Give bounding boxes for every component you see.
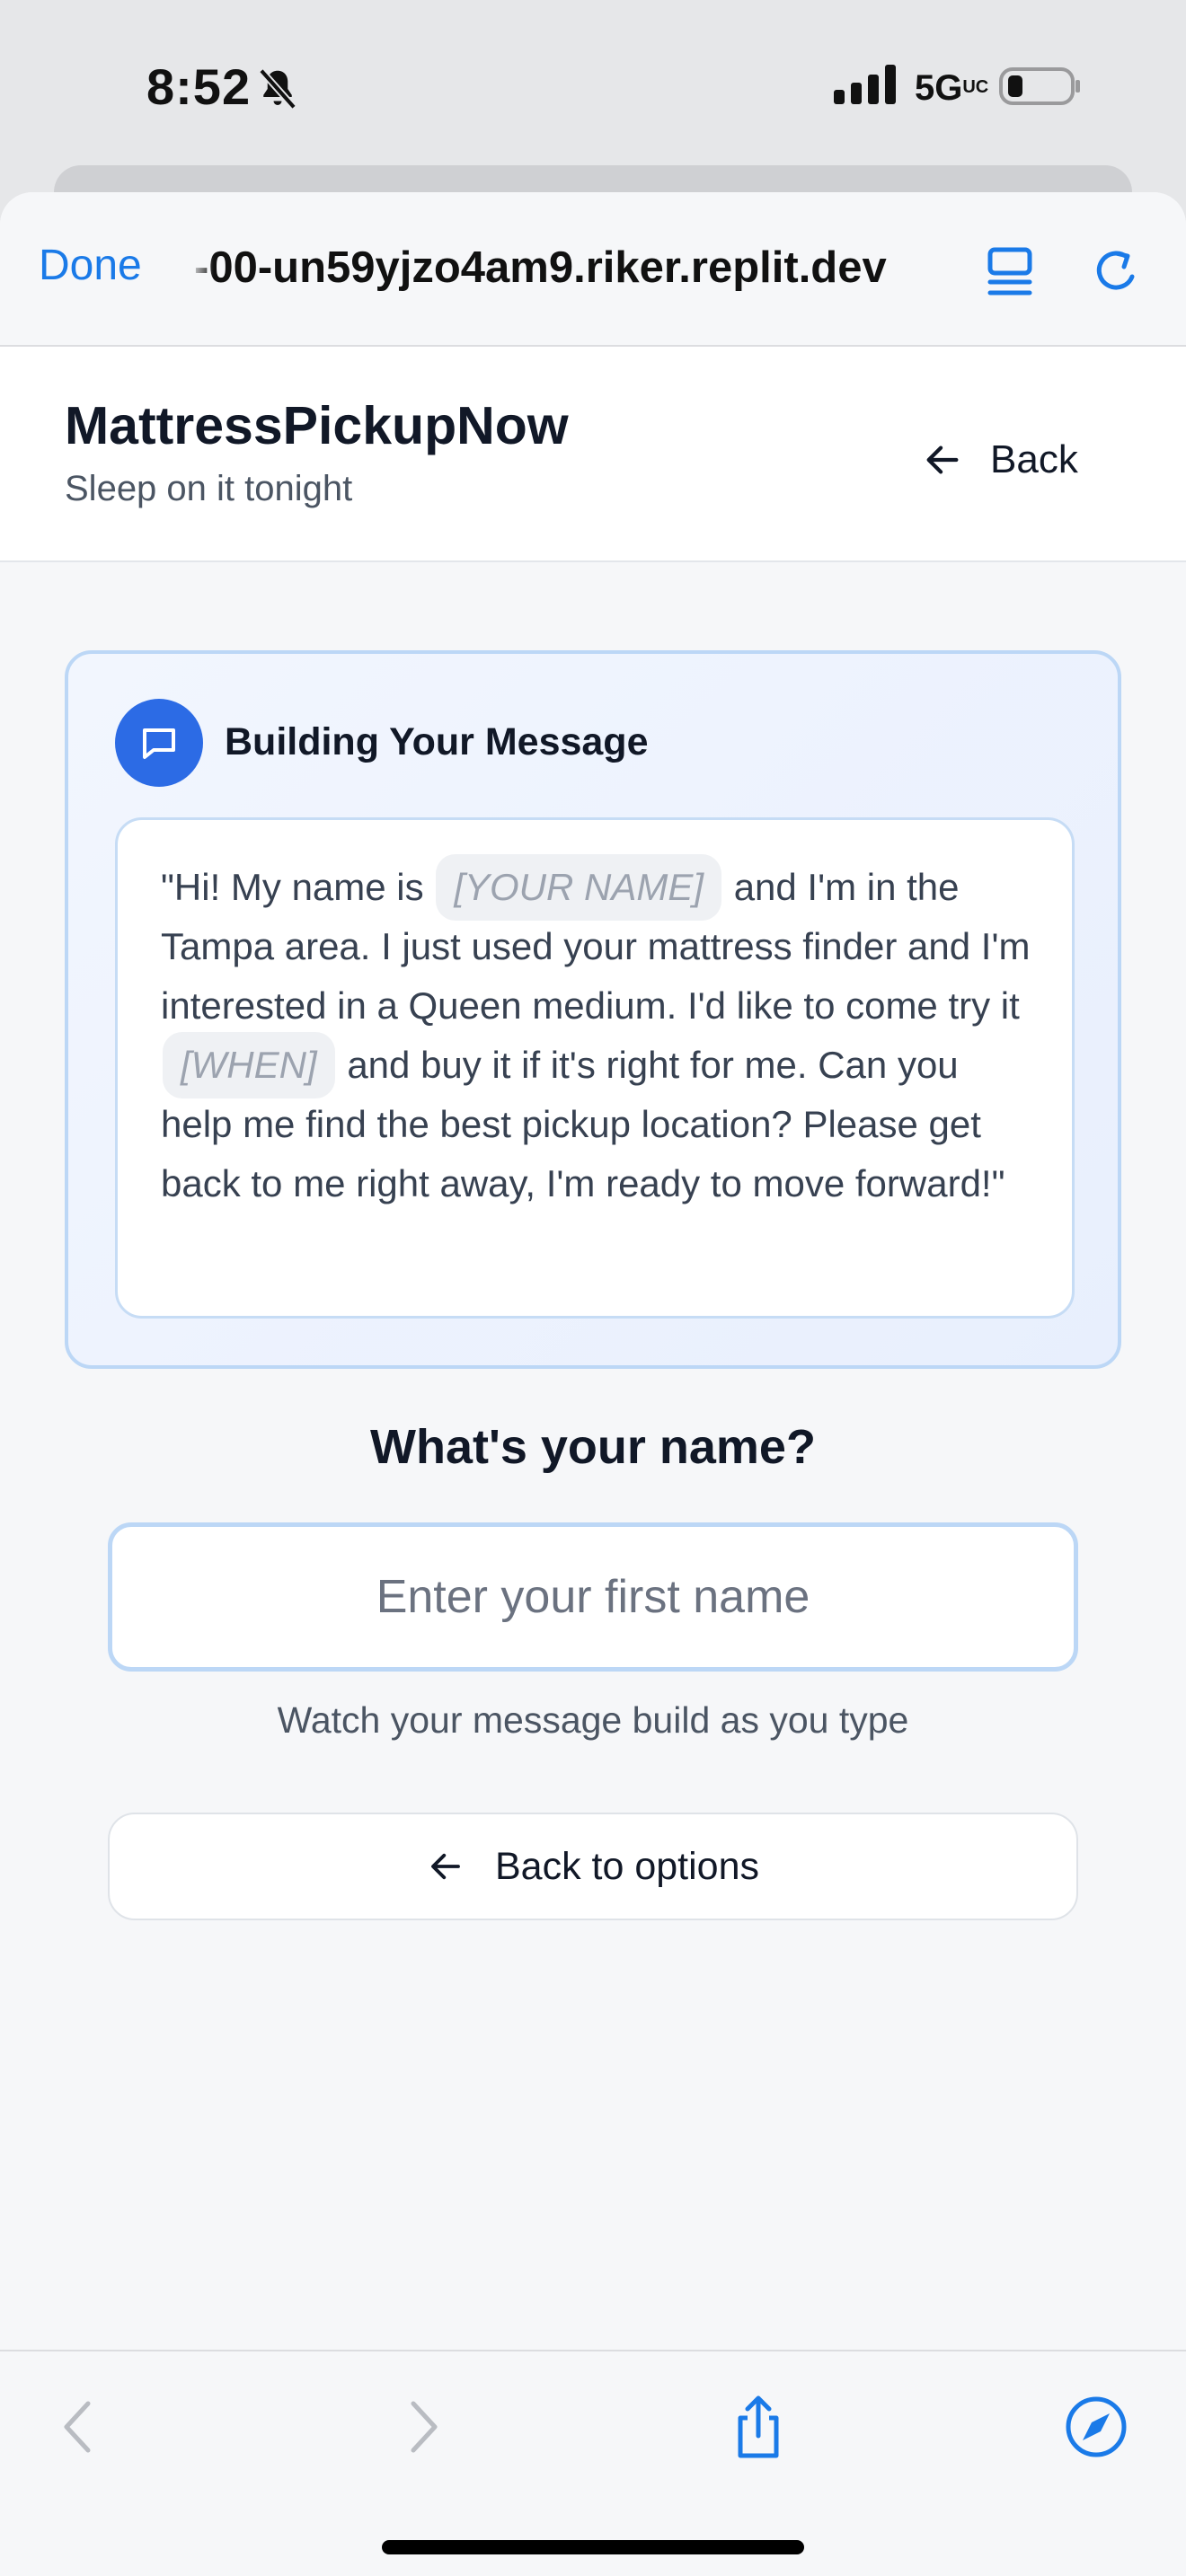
back-arrow-icon <box>64 2401 91 2453</box>
back-label: Back <box>990 437 1078 481</box>
compass-icon <box>1066 2396 1127 2457</box>
message-part-1: "Hi! My name is <box>161 866 424 908</box>
battery-icon <box>999 67 1080 105</box>
status-bar: 8:52 5GUC <box>0 0 1186 171</box>
reload-icon[interactable] <box>1089 243 1145 298</box>
chat-badge <box>115 699 203 787</box>
app-header: MattressPickupNow Sleep on it tonight Ba… <box>0 347 1186 562</box>
back-button[interactable]: Back <box>922 433 1078 487</box>
share-icon <box>738 2395 779 2458</box>
status-time: 8:52 <box>146 58 252 115</box>
browser-sheet: Done -00-un59yjzo4am9.riker.replit.dev M… <box>0 192 1186 2576</box>
bell-slash-icon <box>259 68 296 110</box>
input-hint: Watch your message build as you type <box>277 1699 909 1741</box>
message-text: "Hi! My name is [YOUR NAME] and I'm in t… <box>161 854 1032 1213</box>
first-name-input[interactable] <box>108 1522 1078 1672</box>
done-button[interactable]: Done <box>39 241 142 290</box>
back-to-options-button[interactable]: Back to options <box>108 1813 1078 1920</box>
message-preview-card: Building Your Message "Hi! My name is [Y… <box>65 650 1121 1369</box>
arrow-left-icon <box>431 1853 460 1880</box>
name-question: What's your name? <box>370 1420 816 1474</box>
home-indicator <box>382 2540 804 2554</box>
brand-title: MattressPickupNow <box>65 396 569 455</box>
forward-arrow-icon <box>411 2401 438 2453</box>
message-preview-box: "Hi! My name is [YOUR NAME] and I'm in t… <box>115 817 1075 1319</box>
brand-tagline: Sleep on it tonight <box>65 469 353 508</box>
url-text[interactable]: -00-un59yjzo4am9.riker.replit.dev <box>194 243 945 293</box>
browser-address-bar: Done -00-un59yjzo4am9.riker.replit.dev <box>0 192 1186 347</box>
share-button[interactable] <box>722 2391 794 2463</box>
name-placeholder-chip: [YOUR NAME] <box>436 854 722 921</box>
nav-back-button[interactable] <box>41 2391 113 2463</box>
message-square-icon <box>143 728 175 759</box>
card-title: Building Your Message <box>225 720 649 763</box>
arrow-left-icon <box>926 446 959 474</box>
nav-forward-button[interactable] <box>388 2391 460 2463</box>
open-in-safari-button[interactable] <box>1060 2391 1132 2463</box>
url-fade <box>189 237 214 300</box>
network-label: 5GUC <box>915 68 989 108</box>
tabs-icon[interactable] <box>985 244 1035 298</box>
signal-bars-icon <box>834 65 896 104</box>
back-to-options-label: Back to options <box>494 1844 759 1888</box>
when-placeholder-chip: [WHEN] <box>163 1032 335 1098</box>
